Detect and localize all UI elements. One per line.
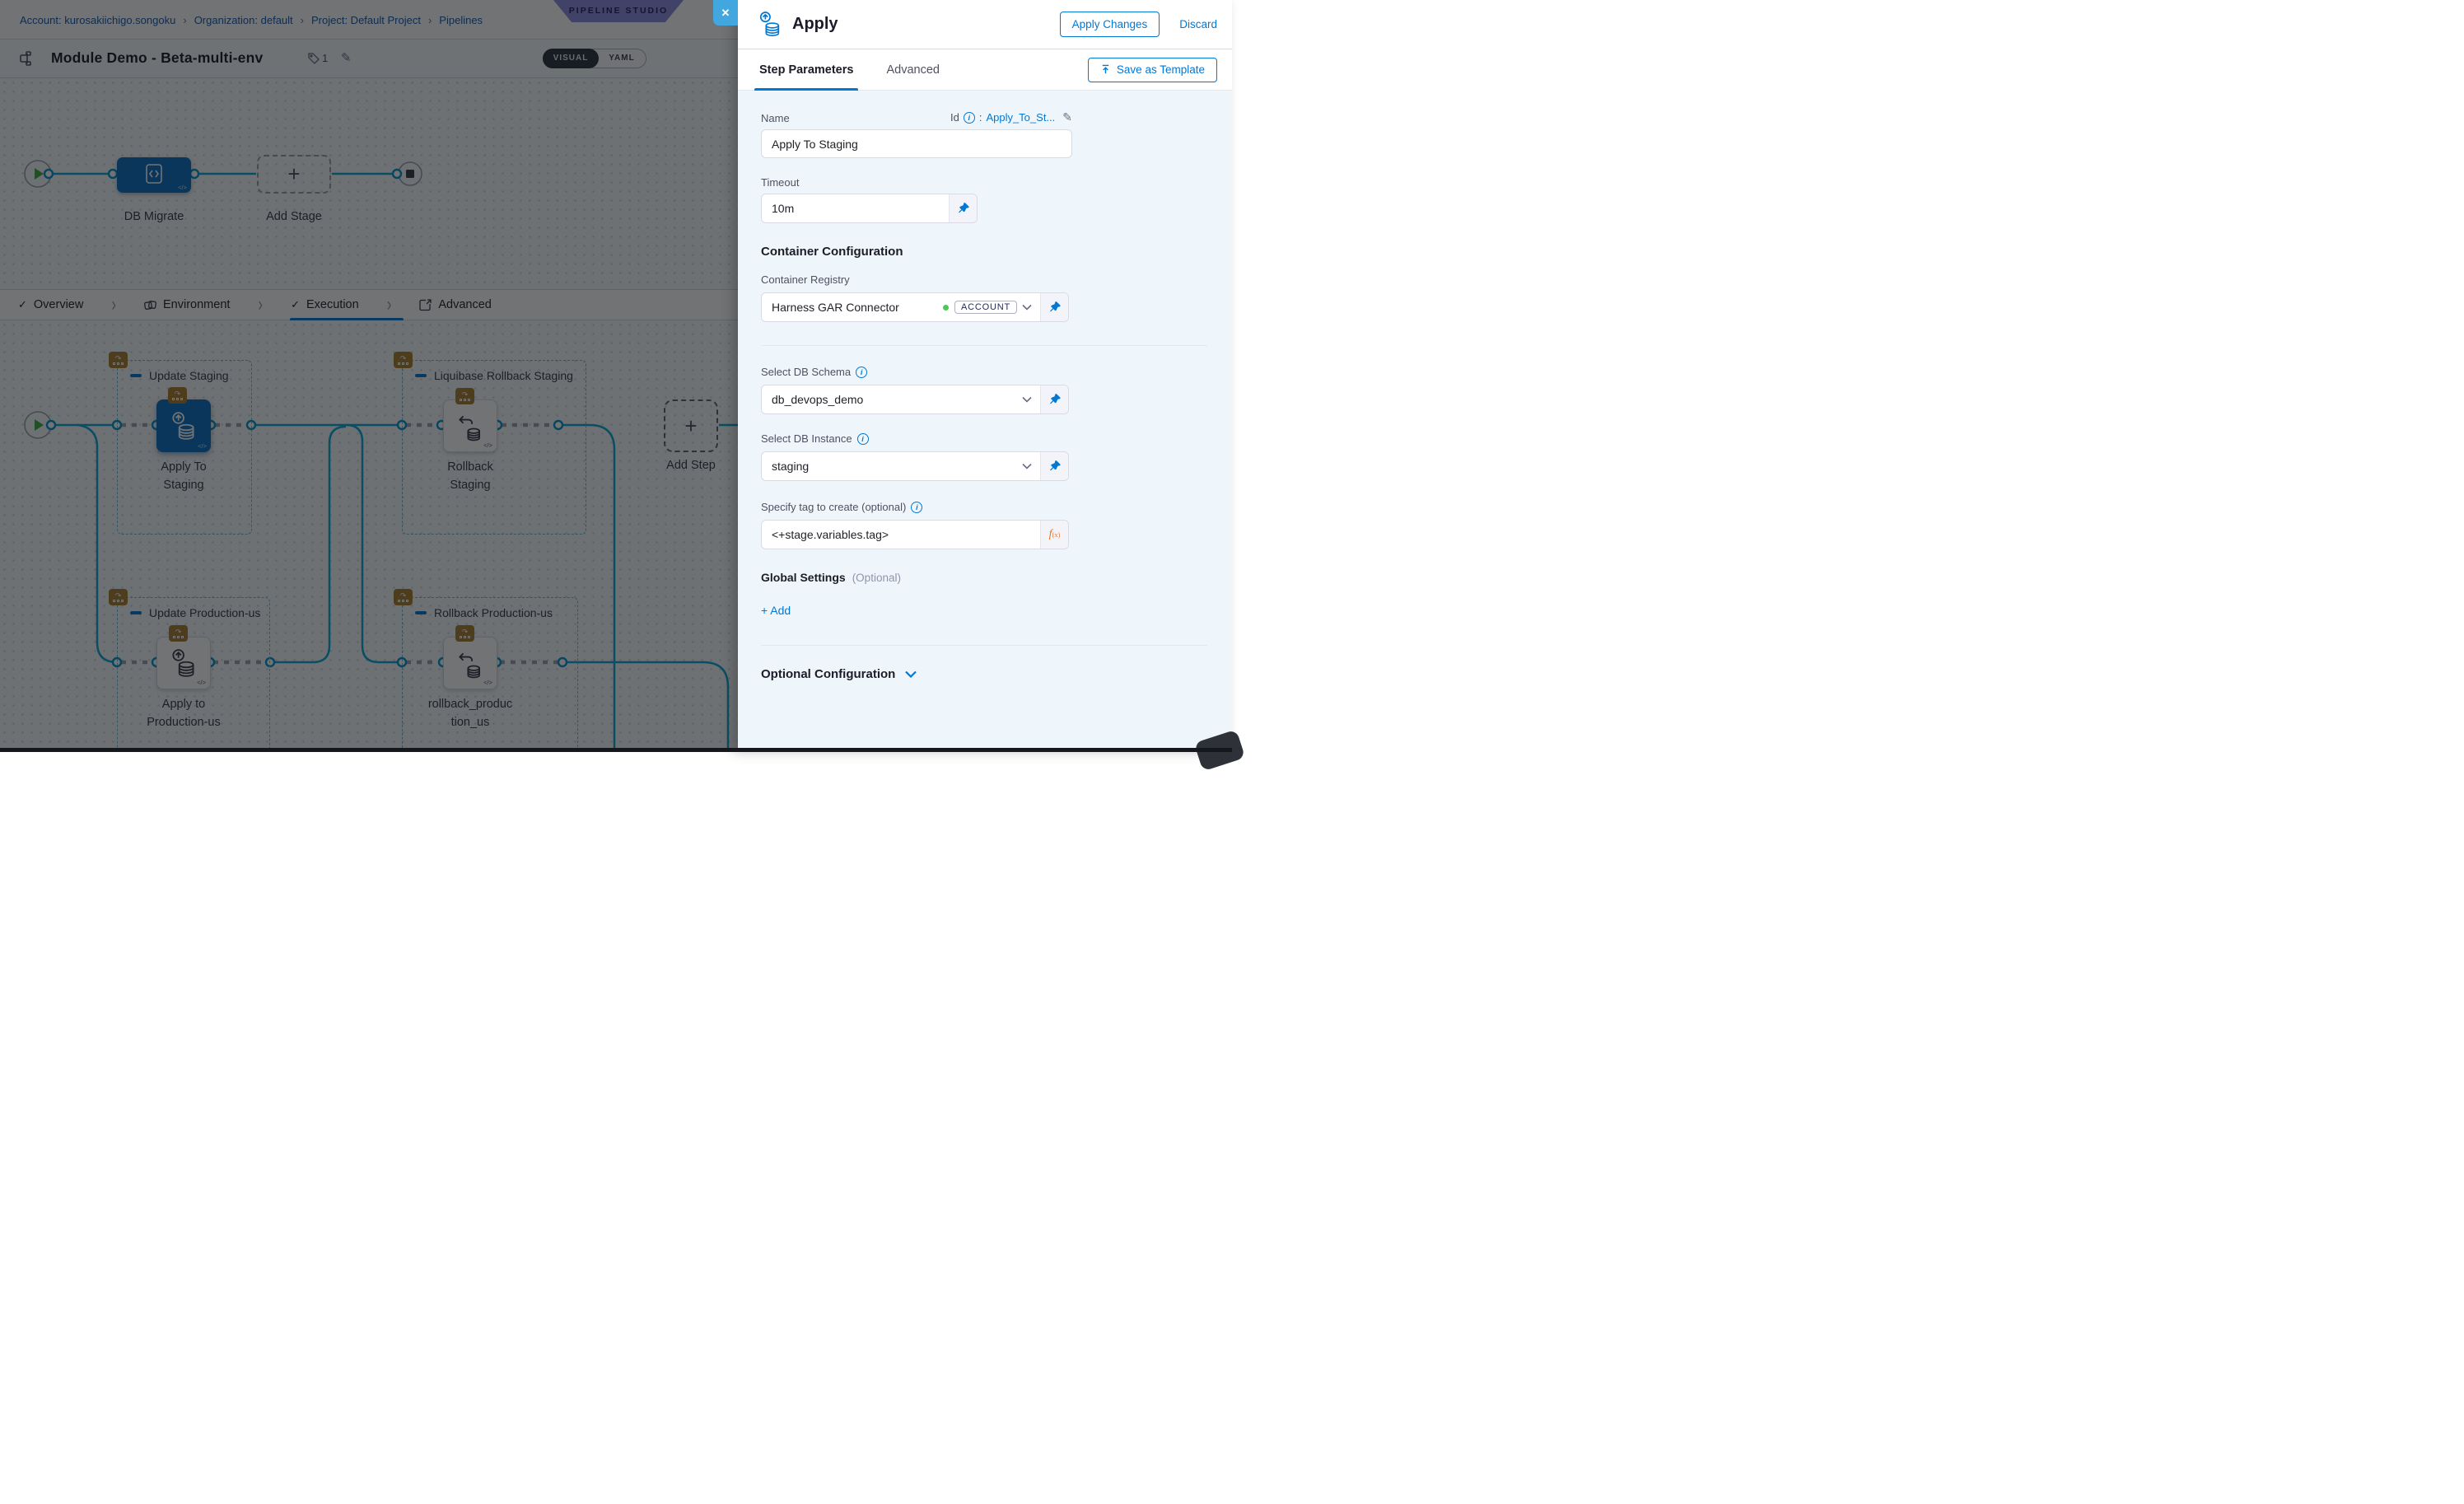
container-configuration-heading: Container Configuration (761, 245, 1209, 259)
container-registry-label: Container Registry (761, 273, 1209, 286)
bottom-edge-bar (0, 748, 1232, 752)
id-label: Id (950, 111, 959, 124)
id-separator: : (979, 111, 982, 124)
step-config-tabs: Step Parameters Advanced Save as Templat… (738, 49, 1232, 91)
close-drawer-button[interactable]: ✕ (713, 0, 738, 26)
info-icon[interactable]: i (857, 433, 869, 445)
optional-configuration-label: Optional Configuration (761, 667, 895, 681)
timeout-label: Timeout (761, 176, 1209, 189)
tag-to-create-label: Specify tag to create (optional) (761, 501, 906, 513)
connector-status-dot (943, 305, 949, 311)
upload-icon (1100, 64, 1111, 75)
db-instance-value: staging (762, 452, 1017, 480)
add-global-setting-button[interactable]: + Add (761, 604, 1209, 617)
expression-fx-button[interactable]: f(x) (1040, 521, 1068, 549)
id-value-link[interactable]: Apply_To_St... (986, 111, 1055, 124)
timeout-value: 10m (762, 194, 949, 222)
container-registry-value: Harness GAR Connector (762, 293, 943, 321)
pipeline-studio-app: Account: kurosakiichigo.songoku › Organi… (0, 0, 1232, 752)
pin-icon (958, 203, 969, 214)
db-schema-label: Select DB Schema (761, 366, 851, 378)
db-schema-select[interactable]: db_devops_demo (761, 385, 1069, 414)
edit-id-icon[interactable]: ✎ (1062, 110, 1072, 124)
pin-input-type-button[interactable] (949, 194, 977, 222)
pin-icon (1049, 301, 1061, 313)
name-input[interactable] (761, 129, 1072, 158)
global-settings-label: Global Settings (761, 571, 846, 584)
pin-icon (1049, 460, 1061, 472)
modal-dim-overlay (0, 0, 738, 752)
chevron-down-icon[interactable] (1022, 304, 1032, 311)
step-config-panel: Apply Apply Changes Discard Step Paramet… (738, 0, 1232, 752)
optional-hint: (Optional) (852, 572, 901, 584)
info-icon[interactable]: i (911, 502, 922, 513)
section-divider (761, 345, 1207, 346)
step-config-header: Apply Apply Changes Discard (738, 0, 1232, 49)
apply-changes-button[interactable]: Apply Changes (1060, 12, 1160, 37)
timeout-field[interactable]: 10m (761, 194, 978, 223)
tag-to-create-value: <+stage.variables.tag> (762, 521, 1040, 549)
optional-configuration-toggle[interactable]: Optional Configuration (761, 667, 1209, 681)
pin-icon (1049, 394, 1061, 405)
pin-input-type-button[interactable] (1040, 385, 1068, 413)
pipeline-studio-main: Account: kurosakiichigo.songoku › Organi… (0, 0, 738, 752)
step-parameters-form: Name Id i : Apply_To_St... ✎ Timeout 10m (738, 91, 1232, 681)
step-title: Apply (792, 15, 838, 34)
pin-input-type-button[interactable] (1040, 452, 1068, 480)
chevron-down-icon[interactable] (1022, 452, 1032, 480)
db-apply-icon (758, 11, 782, 39)
info-icon[interactable]: i (856, 367, 867, 378)
pin-input-type-button[interactable] (1040, 293, 1068, 321)
section-divider (761, 645, 1207, 646)
db-instance-select[interactable]: staging (761, 451, 1069, 481)
tab-step-parameters[interactable]: Step Parameters (759, 49, 853, 91)
db-schema-value: db_devops_demo (762, 385, 1017, 413)
name-label: Name (761, 112, 790, 124)
chevron-down-icon[interactable] (1022, 385, 1032, 413)
tab-step-advanced[interactable]: Advanced (886, 49, 940, 91)
container-registry-field[interactable]: Harness GAR Connector ACCOUNT (761, 292, 1069, 322)
tag-to-create-field[interactable]: <+stage.variables.tag> f(x) (761, 520, 1069, 549)
discard-button[interactable]: Discard (1179, 18, 1217, 30)
save-as-template-button[interactable]: Save as Template (1088, 58, 1217, 82)
info-icon[interactable]: i (964, 112, 975, 124)
chevron-down-icon (905, 670, 917, 678)
scope-badge: ACCOUNT (954, 301, 1017, 314)
db-instance-label: Select DB Instance (761, 432, 852, 445)
